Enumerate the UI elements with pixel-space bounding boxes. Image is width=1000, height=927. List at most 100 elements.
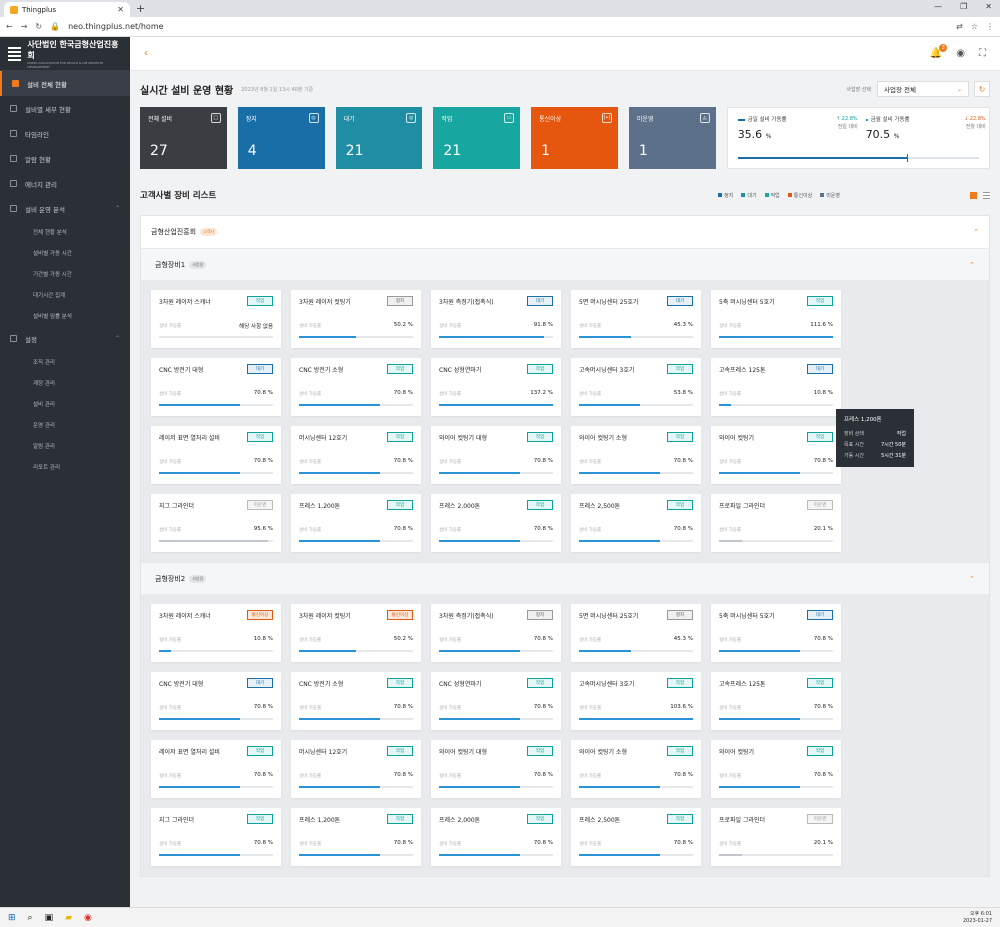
machine-card[interactable]: 머시닝센터 12호기 작업 설비 가동률 70.8 % [291,426,421,484]
machine-card[interactable]: 3차원 측정기(접촉식) 정지 설비 가동률 70.8 % [431,604,561,662]
task-view-icon[interactable]: ▣ [45,913,54,923]
brand-logo[interactable]: 사단법인 한국금형산업진흥회 KOREA ASSOCIATION FOR MOUL… [0,37,130,71]
machine-card[interactable]: 와이어 컷팅기 작업 설비 가동률 70.8 % [711,426,841,484]
bookmark-star-icon[interactable]: ☆ [971,22,978,31]
stat-card-2[interactable]: 대기 ◎ 21 [335,107,423,169]
sidebar-item-4[interactable]: 에너지 관리 [0,171,130,196]
new-tab-icon[interactable]: + [136,2,145,15]
stat-card-0[interactable]: 전체 설비 □ 27 [140,107,227,169]
group-header[interactable]: 금형장비2 사업장 ⌃ [141,562,989,594]
sidebar-item-2[interactable]: 타임라인 [0,121,130,146]
machine-card[interactable]: 프레스 1,200톤 작업 설비 가동률 70.8 % [291,808,421,866]
machine-card[interactable]: 프레스 2,500톤 작업 설비 가동률 70.8 % [571,808,701,866]
sidebar-subitem[interactable]: 설비 관리 [0,393,130,414]
restore-icon[interactable]: ❐ [960,2,967,11]
machine-card[interactable]: 프레스 1,200톤 작업 설비 가동률 70.8 % [291,494,421,552]
machine-card[interactable]: 머시닝센터 12호기 작업 설비 가동률 70.8 % [291,740,421,798]
close-tab-icon[interactable]: ✕ [117,5,124,14]
machine-card[interactable]: 3차원 측정기(접촉식) 대기 설비 가동률 91.8 % [431,290,561,348]
sidebar-item-3[interactable]: 알람 현황 [0,146,130,171]
machine-card[interactable]: CNC 방전기 대형 대기 설비 가동률 70.8 % [151,358,281,416]
customer-panel: 금형산업진흥회 고객사 ⌃ 금형장비1 사업장 ⌃ 3차원 레이저 스캐너 작업 설비 가동률… [140,215,990,877]
machine-card[interactable]: 고속프레스 125톤 작업 설비 가동률 70.8 % [711,672,841,730]
stat-card-3[interactable]: 작업 ▭ 21 [433,107,521,169]
sidebar-subitem[interactable]: 리포트 관리 [0,456,130,477]
sidebar-item-0[interactable]: 설비 전체 현황 [0,71,130,96]
sidebar-subitem[interactable]: 설비별 가동 시간 [0,242,130,263]
group-header[interactable]: 금형장비1 사업장 ⌃ [141,248,989,280]
machine-card[interactable]: 와이어 컷팅기 대형 작업 설비 가동률 70.8 % [431,426,561,484]
machine-card[interactable]: 와이어 컷팅기 작업 설비 가동률 70.8 % [711,740,841,798]
machine-card[interactable]: 프로파일 그라인더 미운영 설비 가동률 20.1 % [711,494,841,552]
machine-card[interactable]: 고속프레스 125톤 대기 설비 가동률 10.8 % [711,358,841,416]
browser-tab[interactable]: Thingplus ✕ [4,2,130,17]
back-icon[interactable]: ← [6,22,13,31]
sidebar-subitem[interactable]: 기간별 가동 시간 [0,263,130,284]
chrome-icon[interactable]: ◉ [84,913,92,923]
machine-card[interactable]: 지그 그라인더 작업 설비 가동률 70.8 % [151,808,281,866]
sidebar-subitem[interactable]: 운영 관리 [0,414,130,435]
machine-rate-bar [299,718,413,720]
machine-card[interactable]: 고속머시닝센터 3호기 작업 설비 가동률 53.8 % [571,358,701,416]
machine-card[interactable]: 프레스 2,500톤 작업 설비 가동률 70.8 % [571,494,701,552]
search-icon[interactable]: ⌕ [28,913,33,923]
windows-start-icon[interactable]: ⊞ [8,913,16,923]
machine-card[interactable]: 프레스 2,000톤 작업 설비 가동률 70.8 % [431,494,561,552]
file-explorer-icon[interactable]: ▰ [65,913,72,923]
machine-card[interactable]: 프레스 2,000톤 작업 설비 가동률 70.8 % [431,808,561,866]
machine-card[interactable]: 5축 머시닝센터 5호기 대기 설비 가동률 70.8 % [711,604,841,662]
sidebar-item-settings[interactable]: 설정 ⌃ [0,326,130,351]
sidebar-item-5[interactable]: 설비 운영 분석 ⌃ [0,196,130,221]
user-account-icon[interactable]: ◉ [956,48,965,59]
sidebar-item-1[interactable]: 설비별 세부 현황 [0,96,130,121]
machine-card[interactable]: 프로파일 그라인더 미운영 설비 가동률 20.1 % [711,808,841,866]
fullscreen-icon[interactable]: ⛶ [979,48,986,59]
sidebar-collapse-icon[interactable]: ‹ [144,48,148,59]
machine-card[interactable]: 3차원 레이저 스캐너 통신이상 설비 가동률 10.8 % [151,604,281,662]
customer-header[interactable]: 금형산업진흥회 고객사 ⌃ [141,216,989,248]
machine-rate-label: 설비 가동률 [719,528,742,533]
reload-icon[interactable]: ↻ [35,22,42,31]
site-select[interactable]: 사업장 전체 ⌄ [877,81,969,97]
collapse-icon[interactable]: ⌃ [969,575,975,583]
list-view-icon[interactable] [983,191,990,199]
machine-card[interactable]: 레이저 표면 열처리 설비 작업 설비 가동률 70.8 % [151,740,281,798]
stat-card-5[interactable]: 미운영 ◬ 1 [628,107,716,169]
machine-card[interactable]: CNC 성형연마기 작업 설비 가동률 137.2 % [431,358,561,416]
close-window-icon[interactable]: ✕ [985,2,992,11]
machine-card[interactable]: 5면 머시닝센터 25호기 정지 설비 가동률 45.3 % [571,604,701,662]
sidebar-subitem[interactable]: 계정 관리 [0,372,130,393]
stat-card-4[interactable]: 통신이상 ((•)) 1 [531,107,618,169]
machine-card[interactable]: 3차원 레이저 스캐너 작업 설비 가동률 해당 사항 없음 [151,290,281,348]
machine-card[interactable]: CNC 방전기 소형 작업 설비 가동률 70.8 % [291,672,421,730]
machine-card[interactable]: CNC 방전기 대형 대기 설비 가동률 70.8 % [151,672,281,730]
machine-card[interactable]: CNC 방전기 소형 작업 설비 가동률 70.8 % [291,358,421,416]
machine-card[interactable]: 3차원 레이저 컷팅기 통신이상 설비 가동률 50.2 % [291,604,421,662]
machine-card[interactable]: 지그 그라인더 미운영 설비 가동률 95.6 % [151,494,281,552]
machine-card[interactable]: 레이저 표면 열처리 설비 작업 설비 가동률 70.8 % [151,426,281,484]
url-field[interactable]: neo.thingplus.net/home [68,22,948,31]
sidebar-subitem[interactable]: 전체 현황 분석 [0,221,130,242]
notification-bell-icon[interactable]: 🔔 3 [930,44,948,59]
collapse-icon[interactable]: ⌃ [973,228,979,236]
machine-card[interactable]: CNC 성형연마기 작업 설비 가동률 70.8 % [431,672,561,730]
sidebar-subitem[interactable]: 설비별 임률 분석 [0,305,130,326]
sidebar-subitem[interactable]: 알림 관리 [0,435,130,456]
machine-card[interactable]: 와이어 컷팅기 소형 작업 설비 가동률 70.8 % [571,426,701,484]
machine-card[interactable]: 5축 머시닝센터 5호기 작업 설비 가동률 111.6 % [711,290,841,348]
minimize-icon[interactable]: — [934,2,942,11]
translate-icon[interactable]: ⇄ [956,22,963,31]
sidebar-subitem[interactable]: 대기시간 집계 [0,284,130,305]
machine-card[interactable]: 5면 머시닝센터 25호기 대기 설비 가동률 45.3 % [571,290,701,348]
browser-menu-icon[interactable]: ⋮ [986,22,994,31]
forward-icon[interactable]: → [21,22,28,31]
grid-view-icon[interactable] [970,191,977,199]
machine-card[interactable]: 3차원 레이저 컷팅기 정지 설비 가동률 50.2 % [291,290,421,348]
refresh-button[interactable]: ↻ [974,81,990,97]
collapse-icon[interactable]: ⌃ [969,261,975,269]
sidebar-subitem[interactable]: 조직 관리 [0,351,130,372]
machine-card[interactable]: 와이어 컷팅기 대형 작업 설비 가동률 70.8 % [431,740,561,798]
machine-card[interactable]: 고속머시닝센터 3호기 작업 설비 가동률 103.6 % [571,672,701,730]
machine-card[interactable]: 와이어 컷팅기 소형 작업 설비 가동률 70.8 % [571,740,701,798]
stat-card-1[interactable]: 정지 ◎ 4 [237,107,325,169]
